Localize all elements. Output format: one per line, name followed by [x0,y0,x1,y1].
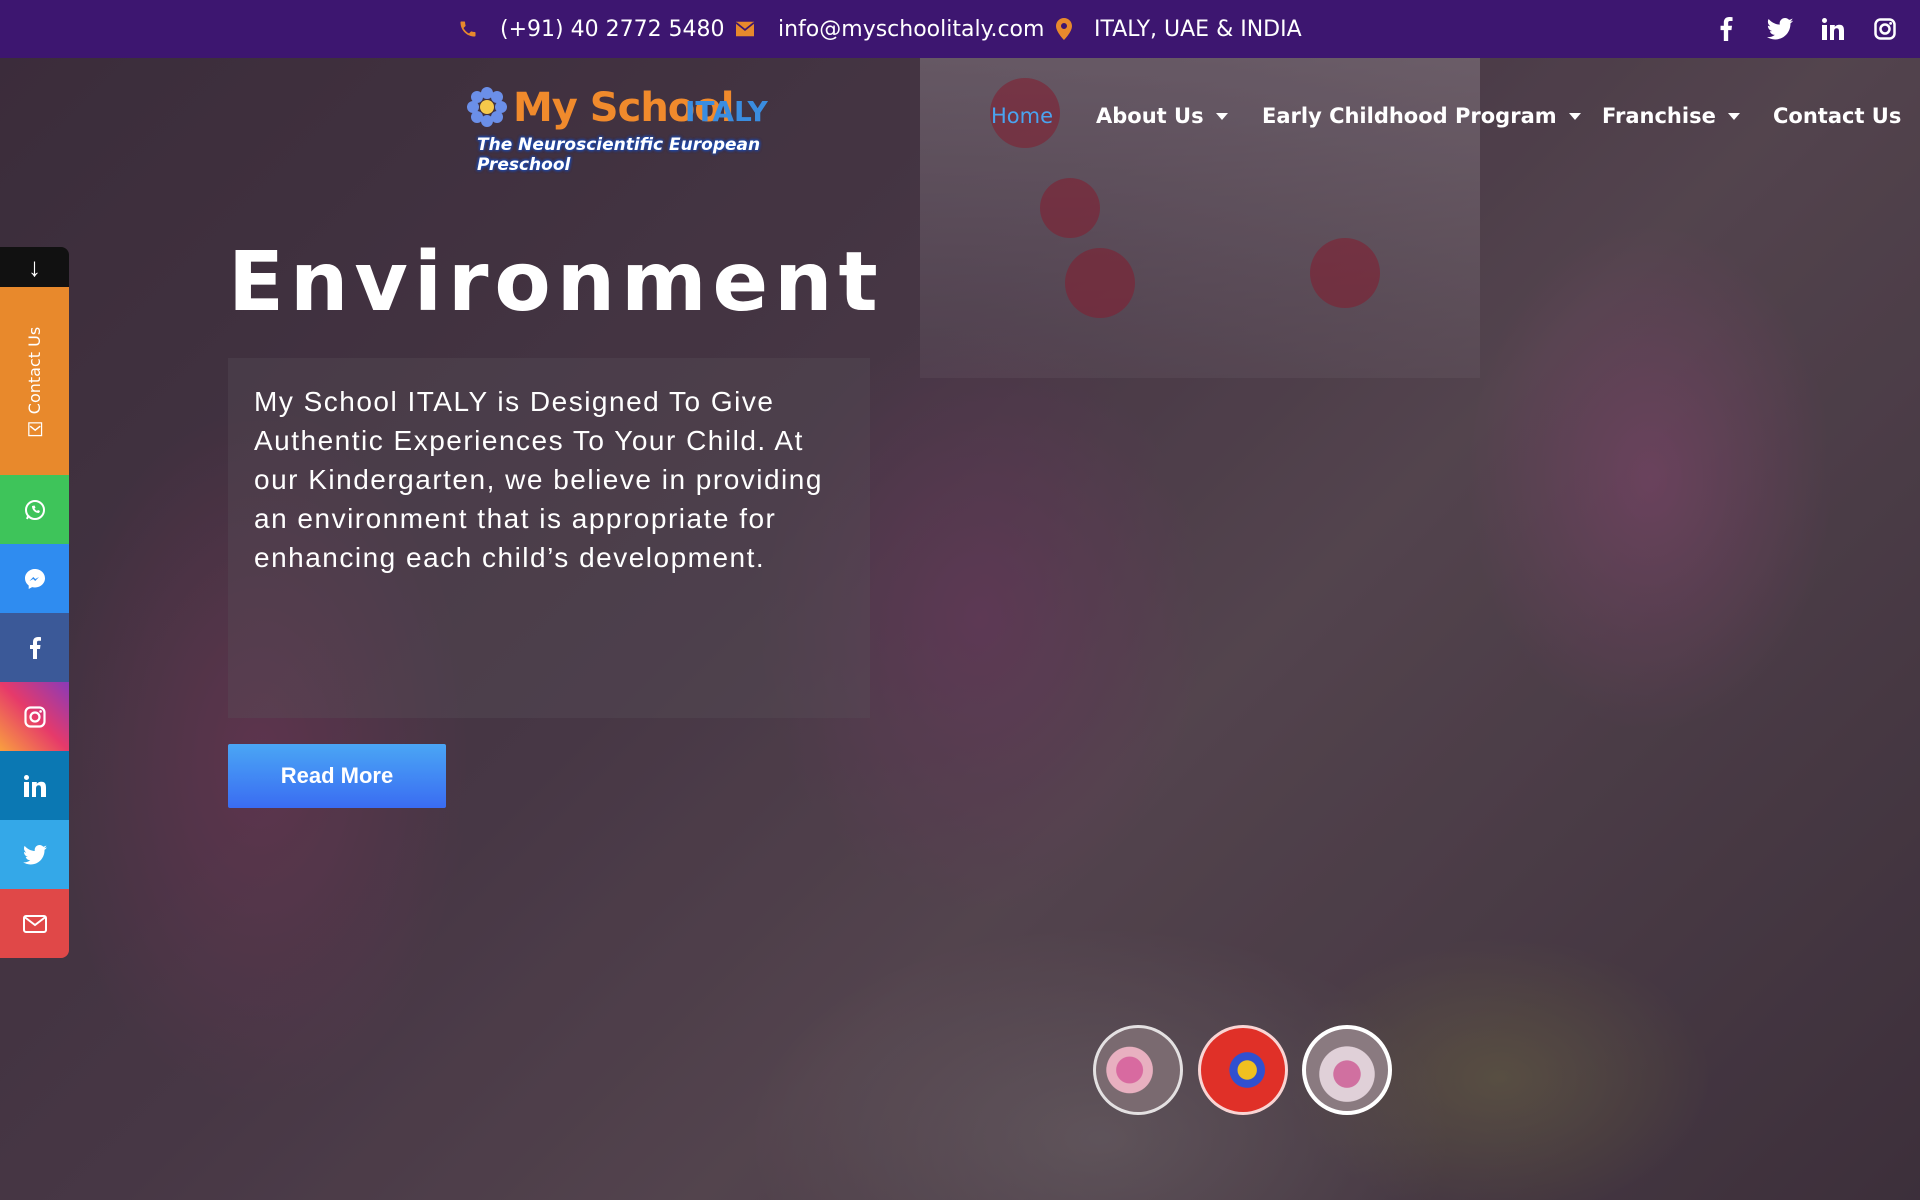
hero-title: Environment [228,235,884,330]
nav-early-childhood-program[interactable]: Early Childhood Program [1262,104,1581,128]
twitter-icon[interactable] [1766,18,1794,40]
hero-description: My School ITALY is Designed To Give Auth… [254,386,823,573]
location-info: ITALY, UAE & INDIA [1056,0,1302,58]
nav-franchise[interactable]: Franchise [1602,104,1740,128]
phone-number: (+91) 40 2772 5480 [500,16,725,42]
twitter-icon [22,844,47,864]
nav-about-us-label: About Us [1096,104,1204,128]
top-info-bar: (+91) 40 2772 5480 info@myschoolitaly.co… [0,0,1920,58]
side-facebook-button[interactable] [0,613,69,682]
slider-thumbnail-1[interactable] [1093,1025,1183,1115]
side-bar-toggle[interactable]: ↓ [0,247,69,287]
phone-icon [460,21,476,37]
linkedin-icon[interactable] [1822,18,1844,40]
side-linkedin-button[interactable] [0,751,69,820]
facebook-icon [29,636,41,659]
side-instagram-button[interactable] [0,682,69,751]
logo-tagline: The Neuroscientific European Preschool [477,135,761,175]
nav-about-us[interactable]: About Us [1096,104,1228,128]
location-text: ITALY, UAE & INDIA [1094,16,1302,42]
social-links [1718,0,1896,58]
side-messenger-button[interactable] [0,544,69,613]
flower-logo-icon [467,87,507,127]
slider-thumbnail-3[interactable] [1302,1025,1392,1115]
nav-home[interactable]: Home [991,104,1053,128]
linkedin-icon [23,774,46,797]
envelope-icon [735,21,755,37]
slider-thumbnail-2[interactable] [1198,1025,1288,1115]
chevron-down-icon [1215,112,1228,120]
instagram-icon[interactable] [1874,18,1896,40]
side-whatsapp-button[interactable] [0,475,69,544]
envelope-square-icon [27,421,42,436]
logo-italy-text: ITALY [685,95,768,128]
instagram-icon [23,705,46,728]
read-more-button[interactable]: Read More [228,744,446,808]
nav-home-label: Home [991,104,1054,128]
side-contact-label: Contact Us [25,326,45,414]
email-address: info@myschoolitaly.com [778,16,1045,42]
site-logo[interactable]: My School ITALY The Neuroscientific Euro… [465,85,785,175]
chevron-down-icon [1568,112,1581,120]
map-marker-icon [1056,18,1072,40]
mail-icon [22,914,47,933]
email-contact[interactable]: info@myschoolitaly.com [734,0,1044,58]
facebook-icon[interactable] [1718,17,1734,41]
side-mail-button[interactable] [0,889,69,958]
messenger-icon [24,568,45,589]
side-contact-us-button[interactable]: Contact Us [0,287,69,475]
nav-contact-us[interactable]: Contact Us [1773,104,1901,128]
nav-franchise-label: Franchise [1602,104,1716,128]
nav-contact-us-label: Contact Us [1773,104,1902,128]
side-twitter-button[interactable] [0,820,69,889]
nav-early-childhood-program-label: Early Childhood Program [1262,104,1557,128]
chevron-down-icon [1727,112,1740,120]
phone-contact[interactable]: (+91) 40 2772 5480 [458,0,725,58]
arrow-down-icon: ↓ [28,251,41,282]
whatsapp-icon [24,499,45,520]
